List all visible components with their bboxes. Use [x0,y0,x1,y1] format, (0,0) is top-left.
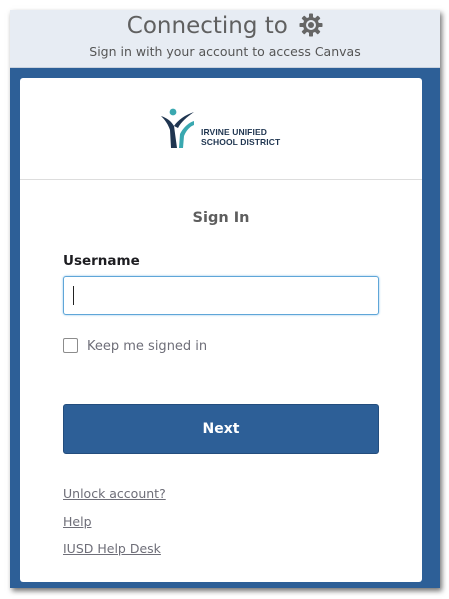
username-input[interactable] [63,276,379,315]
district-name: IRVINE UNIFIED SCHOOL DISTRICT [201,127,280,147]
sign-in-window: Connecting to Sign in with your account … [10,10,440,588]
next-button[interactable]: Next [63,404,379,454]
district-logo-icon [161,108,194,148]
district-name-line1: IRVINE UNIFIED [201,127,267,137]
unlock-account-link[interactable]: Unlock account? [63,486,166,501]
sign-in-card: IRVINE UNIFIED SCHOOL DISTRICT Sign In U… [20,78,422,582]
connecting-label: Connecting to [126,13,288,39]
help-desk-link[interactable]: IUSD Help Desk [63,541,161,556]
help-link[interactable]: Help [63,514,92,529]
username-label: Username [63,253,140,269]
sign-in-frame: IRVINE UNIFIED SCHOOL DISTRICT Sign In U… [10,68,440,588]
keep-signed-in-label[interactable]: Keep me signed in [87,339,207,354]
connecting-title: Connecting to [10,11,440,45]
logo-area: IRVINE UNIFIED SCHOOL DISTRICT [20,78,422,180]
keep-signed-in-checkbox[interactable] [63,338,78,353]
connecting-subtitle: Sign in with your account to access Canv… [89,44,361,59]
sign-in-heading: Sign In [192,210,250,226]
gear-icon [299,13,323,45]
district-name-line2: SCHOOL DISTRICT [201,137,281,147]
text-cursor [73,286,74,305]
connecting-header: Connecting to Sign in with your account … [10,10,440,68]
